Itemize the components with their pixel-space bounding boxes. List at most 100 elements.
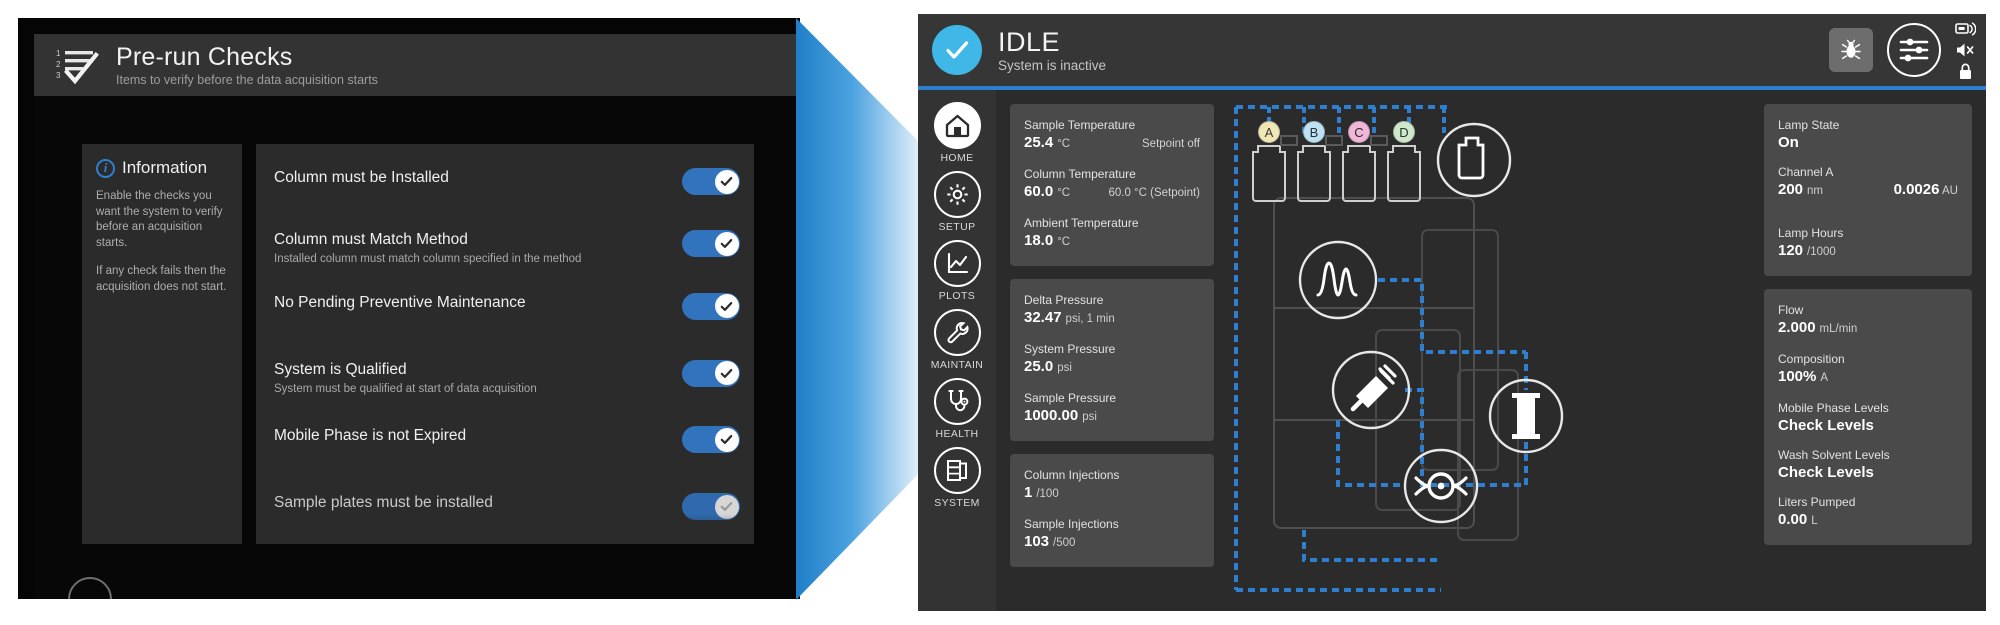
metric-unit: mL/min (1819, 323, 1858, 335)
sidebar-item-health[interactable]: HEALTH (918, 378, 996, 440)
metric-value: 200 (1778, 181, 1804, 198)
check-description: Installed column must match column speci… (274, 253, 582, 265)
metric-secondary-unit: AU (1942, 185, 1958, 197)
sidebar-label: HEALTH (935, 428, 979, 440)
metric-name: Liters Pumped (1778, 495, 1856, 509)
metric-unit: /1000 (1807, 246, 1836, 258)
metric-row: Lamp State On (1778, 117, 1958, 152)
system-icon (933, 447, 981, 494)
information-title: Information (122, 158, 208, 177)
checklist-123-icon: 1 2 3 (56, 45, 102, 85)
metric-name: Sample Injections (1024, 517, 1119, 531)
metric-row: Wash Solvent Levels Check Levels (1778, 447, 1958, 482)
information-card: i Information Enable the checks you want… (82, 144, 242, 544)
metric-name: Mobile Phase Levels (1778, 401, 1889, 415)
metric-secondary: 60.0 °C (Setpoint) (1108, 187, 1200, 199)
pre-run-checks-panel: 1 2 3 Pre-run Checks Items to verify bef… (18, 18, 800, 599)
detector-card: Lamp State On Channel A 200 nm 0.0026 AU… (1764, 104, 1972, 276)
metric-name: Column Temperature (1024, 167, 1136, 181)
temperature-card: Sample Temperature 25.4 °C Setpoint off … (1010, 104, 1214, 266)
metric-value: Check Levels (1778, 417, 1874, 434)
metric-value: 120 (1778, 242, 1804, 259)
check-row[interactable]: Sample plates must be installed (256, 491, 754, 520)
toggle-knob-check-icon (714, 427, 739, 452)
check-row[interactable]: Mobile Phase is not Expired (256, 424, 754, 453)
metric-name: Flow (1778, 303, 1804, 317)
check-label: Mobile Phase is not Expired (274, 427, 467, 444)
svg-text:B: B (1310, 125, 1319, 140)
column-icon (1488, 378, 1564, 454)
wrench-icon (933, 309, 981, 356)
sidebar-item-maintain[interactable]: MAINTAIN (918, 309, 996, 371)
metric-value-line: 100% A (1778, 367, 1958, 388)
pump-card: Flow 2.000 mL/min Composition 100% A Mob… (1764, 289, 1972, 545)
broadcast-icon (1955, 22, 1976, 36)
sidebar-item-setup[interactable]: SETUP (918, 171, 996, 233)
svg-text:D: D (1399, 125, 1408, 140)
metric-value: 18.0 (1024, 232, 1054, 249)
sidebar-label: HOME (940, 152, 974, 164)
check-row[interactable]: Column must be Installed (256, 166, 754, 195)
check-label: Sample plates must be installed (274, 494, 493, 511)
chart-icon (933, 240, 981, 287)
flow-path-schematic[interactable]: A B C D (1226, 90, 1754, 611)
metric-row: System Pressure 25.0 psi (1024, 341, 1200, 378)
metric-unit: °C (1057, 187, 1071, 199)
metric-row: Sample Temperature 25.4 °C Setpoint off (1024, 117, 1200, 154)
metric-secondary-value: 0.0026 (1893, 181, 1940, 198)
metric-value: 1000.00 (1024, 407, 1079, 424)
metric-name: Composition (1778, 352, 1845, 366)
check-toggle[interactable] (682, 493, 740, 520)
metric-value-line: 25.4 °C Setpoint off (1024, 133, 1200, 154)
metric-unit: psi (1057, 362, 1072, 374)
metric-name: Sample Temperature (1024, 118, 1136, 132)
svg-text:1: 1 (56, 49, 61, 58)
check-row[interactable]: Column must Match Method Installed colum… (256, 228, 754, 267)
metric-unit: psi (1082, 411, 1097, 423)
sidebar-label: MAINTAIN (930, 359, 984, 371)
check-text: No Pending Preventive Maintenance (274, 291, 526, 313)
sidebar-item-system[interactable]: SYSTEM (918, 447, 996, 509)
metric-row: Delta Pressure 32.47 psi, 1 min (1024, 292, 1200, 329)
sidebar-item-home[interactable]: HOME (918, 102, 996, 164)
stethoscope-icon (933, 378, 981, 425)
instrument-dashboard-panel: IDLE System is inactive HOME SETUP PLOTS… (918, 14, 1986, 611)
metric-value-line: 18.0 °C (1024, 231, 1200, 252)
injections-card: Column Injections 1 /100 Sample Injectio… (1010, 454, 1214, 567)
sliders-icon[interactable] (1887, 23, 1941, 77)
sidebar-item-plots[interactable]: PLOTS (918, 240, 996, 302)
sidebar-nav: HOME SETUP PLOTS MAINTAIN HEALTH SYSTEM (918, 90, 996, 611)
check-toggle[interactable] (682, 168, 740, 195)
metric-secondary: 0.0026 AU (1894, 180, 1958, 201)
check-text: System is Qualified System must be quali… (274, 358, 537, 397)
speaker-mute-icon (1957, 43, 1974, 57)
home-icon (933, 102, 981, 149)
check-label: System is Qualified (274, 360, 407, 378)
pre-run-checks-body: i Information Enable the checks you want… (34, 96, 800, 599)
check-toggle[interactable] (682, 426, 740, 453)
check-toggle[interactable] (682, 292, 740, 320)
check-row[interactable]: No Pending Preventive Maintenance (256, 291, 754, 320)
metric-unit: psi, 1 min (1065, 313, 1115, 325)
bug-icon[interactable] (1829, 28, 1873, 72)
metric-row: Sample Injections 103 /500 (1024, 516, 1200, 553)
lock-icon (1960, 63, 1971, 79)
svg-text:A: A (1265, 125, 1274, 140)
status-text-group: IDLE System is inactive (998, 28, 1106, 73)
page-subtitle: Items to verify before the data acquisit… (116, 73, 378, 87)
sidebar-label: PLOTS (938, 290, 976, 302)
metric-value: 1 (1024, 484, 1033, 501)
svg-text:2: 2 (56, 60, 61, 69)
metric-unit: °C (1057, 236, 1071, 248)
toggle-knob-check-icon (714, 294, 739, 318)
metric-value-line: Check Levels (1778, 463, 1958, 482)
checks-list: Column must be Installed Column must Mat… (256, 144, 754, 544)
check-row[interactable]: System is Qualified System must be quali… (256, 358, 754, 397)
metric-value: 103 (1024, 533, 1050, 550)
metric-name: Lamp State (1778, 118, 1840, 132)
bottom-action-circle[interactable] (68, 577, 112, 599)
check-toggle[interactable] (682, 230, 740, 257)
metric-unit: A (1820, 372, 1829, 384)
check-toggle[interactable] (682, 359, 740, 387)
metric-secondary: Setpoint off (1142, 138, 1200, 150)
